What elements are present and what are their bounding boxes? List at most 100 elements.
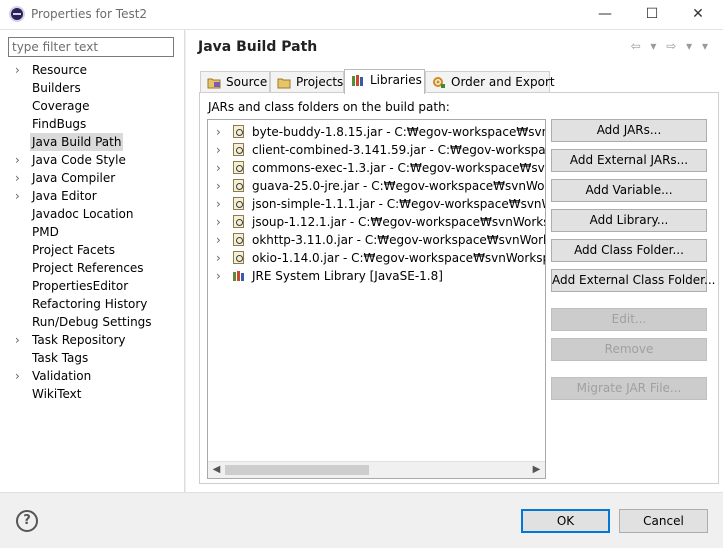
sidebar-item-label: Project Facets — [32, 243, 115, 257]
chevron-right-icon[interactable]: › — [216, 249, 221, 267]
cancel-button[interactable]: Cancel — [619, 509, 708, 533]
scroll-right-icon[interactable]: ▶ — [528, 462, 545, 478]
list-item[interactable]: › okhttp-3.11.0.jar - C:₩egov-workspace₩s… — [208, 231, 545, 249]
add-class-folder-button[interactable]: Add Class Folder... — [551, 239, 707, 262]
chevron-right-icon[interactable]: › — [216, 123, 221, 141]
sidebar-item-label: Refactoring History — [32, 297, 148, 311]
sidebar-item[interactable]: Coverage — [0, 97, 184, 115]
sidebar-item[interactable]: Java Build Path — [0, 133, 184, 151]
edit-button[interactable]: Edit... — [551, 308, 707, 331]
sidebar-item[interactable]: › Resource — [0, 61, 184, 79]
sidebar-item-label: Task Repository — [32, 333, 126, 347]
list-item[interactable]: › okio-1.14.0.jar - C:₩egov-workspace₩svn… — [208, 249, 545, 267]
add-jars-button[interactable]: Add JARs... — [551, 119, 707, 142]
sidebar-item[interactable]: Task Tags — [0, 349, 184, 367]
list-item[interactable]: › client-combined-3.141.59.jar - C:₩egov-… — [208, 141, 545, 159]
eclipse-icon — [9, 6, 25, 22]
chevron-right-icon[interactable]: › — [216, 159, 221, 177]
list-caption: JARs and class folders on the build path… — [208, 100, 450, 114]
sidebar-item[interactable]: Run/Debug Settings — [0, 313, 184, 331]
chevron-right-icon[interactable]: › — [15, 331, 25, 349]
sidebar-item[interactable]: Builders — [0, 79, 184, 97]
jar-icon — [233, 125, 244, 138]
add-external-class-folder-button[interactable]: Add External Class Folder... — [551, 269, 715, 292]
entry-label: byte-buddy-1.8.15.jar - C:₩egov-workspac… — [252, 125, 545, 139]
maximize-button[interactable]: ☐ — [640, 3, 664, 25]
chevron-right-icon[interactable]: › — [216, 177, 221, 195]
ok-button[interactable]: OK — [521, 509, 610, 533]
sidebar-item[interactable]: › Task Repository — [0, 331, 184, 349]
sidebar-item[interactable]: › Java Code Style — [0, 151, 184, 169]
chevron-right-icon[interactable]: › — [15, 61, 25, 79]
jar-icon — [233, 215, 244, 228]
sidebar-item[interactable]: Javadoc Location — [0, 205, 184, 223]
sidebar-item-label: Java Compiler — [32, 171, 116, 185]
sidebar-item[interactable]: FindBugs — [0, 115, 184, 133]
order-export-icon — [433, 77, 445, 88]
sidebar-item[interactable]: Refactoring History — [0, 295, 184, 313]
add-library-button[interactable]: Add Library... — [551, 209, 707, 232]
tab-label: Projects — [296, 75, 344, 89]
libraries-icon — [352, 75, 363, 86]
libraries-tab-panel: JARs and class folders on the build path… — [199, 92, 719, 484]
entry-label: JRE System Library [JavaSE-1.8] — [252, 269, 443, 283]
sidebar-item-label: Java Code Style — [32, 153, 126, 167]
sidebar-item[interactable]: PMD — [0, 223, 184, 241]
scroll-left-icon[interactable]: ◀ — [208, 462, 225, 478]
sidebar-item-label: Java Editor — [32, 189, 97, 203]
tab-libraries[interactable]: Libraries — [344, 69, 425, 94]
chevron-right-icon[interactable]: › — [216, 195, 221, 213]
add-variable-button[interactable]: Add Variable... — [551, 179, 707, 202]
chevron-right-icon[interactable]: › — [216, 141, 221, 159]
dialog-footer: ? OK Cancel — [0, 492, 723, 548]
chevron-right-icon[interactable]: › — [15, 151, 25, 169]
sidebar-item-label: Javadoc Location — [32, 207, 134, 221]
jar-icon — [233, 233, 244, 246]
chevron-right-icon[interactable]: › — [216, 231, 221, 249]
entry-label: guava-25.0-jre.jar - C:₩egov-workspace₩s… — [252, 179, 545, 193]
list-item[interactable]: › jsoup-1.12.1.jar - C:₩egov-workspace₩sv… — [208, 213, 545, 231]
source-folder-icon — [207, 78, 221, 89]
tab-projects[interactable]: Projects — [270, 71, 344, 93]
chevron-right-icon[interactable]: › — [216, 213, 221, 231]
horizontal-scrollbar[interactable]: ◀ ▶ — [208, 461, 545, 478]
history-navigation[interactable]: ⇦ ▾ ⇨ ▾ ▾ — [631, 39, 711, 53]
projects-folder-icon — [277, 78, 291, 89]
tab-order-and-export[interactable]: Order and Export — [425, 71, 555, 93]
filter-input[interactable] — [8, 37, 174, 57]
list-item[interactable]: › byte-buddy-1.8.15.jar - C:₩egov-workspa… — [208, 123, 545, 141]
chevron-right-icon[interactable]: › — [15, 187, 25, 205]
title-bar: Properties for Test2 — ☐ ✕ — [0, 0, 723, 30]
list-item[interactable]: › json-simple-1.1.1.jar - C:₩egov-workspa… — [208, 195, 545, 213]
add-external-jars-button[interactable]: Add External JARs... — [551, 149, 707, 172]
library-icon — [233, 271, 244, 281]
remove-button[interactable]: Remove — [551, 338, 707, 361]
sidebar-item[interactable]: WikiText — [0, 385, 184, 403]
chevron-right-icon[interactable]: › — [216, 267, 221, 285]
sidebar-item[interactable]: › Validation — [0, 367, 184, 385]
sidebar-item-label: Coverage — [32, 99, 90, 113]
chevron-right-icon[interactable]: › — [15, 367, 25, 385]
jar-icon — [233, 161, 244, 174]
window-title: Properties for Test2 — [31, 7, 148, 21]
migrate-jar-file-button[interactable]: Migrate JAR File... — [551, 377, 707, 400]
help-icon[interactable]: ? — [16, 510, 38, 532]
sidebar-item[interactable]: › Java Editor — [0, 187, 184, 205]
scrollbar-thumb[interactable] — [225, 465, 369, 475]
sidebar-item-label: Project References — [32, 261, 144, 275]
sidebar-item[interactable]: Project Facets — [0, 241, 184, 259]
build-path-page: Java Build Path ⇦ ▾ ⇨ ▾ ▾ Source Project… — [186, 30, 723, 492]
sidebar-item[interactable]: Project References — [0, 259, 184, 277]
list-item[interactable]: › guava-25.0-jre.jar - C:₩egov-workspace₩… — [208, 177, 545, 195]
list-item[interactable]: › commons-exec-1.3.jar - C:₩egov-workspac… — [208, 159, 545, 177]
close-button[interactable]: ✕ — [686, 3, 710, 25]
tab-label: Libraries — [370, 73, 422, 87]
build-path-entries-list[interactable]: › byte-buddy-1.8.15.jar - C:₩egov-workspa… — [207, 119, 546, 479]
list-item[interactable]: › JRE System Library [JavaSE-1.8] — [208, 267, 545, 285]
page-title: Java Build Path — [198, 39, 318, 55]
tab-source[interactable]: Source — [200, 71, 270, 93]
sidebar-item[interactable]: PropertiesEditor — [0, 277, 184, 295]
minimize-button[interactable]: — — [593, 3, 617, 25]
chevron-right-icon[interactable]: › — [15, 169, 25, 187]
sidebar-item[interactable]: › Java Compiler — [0, 169, 184, 187]
